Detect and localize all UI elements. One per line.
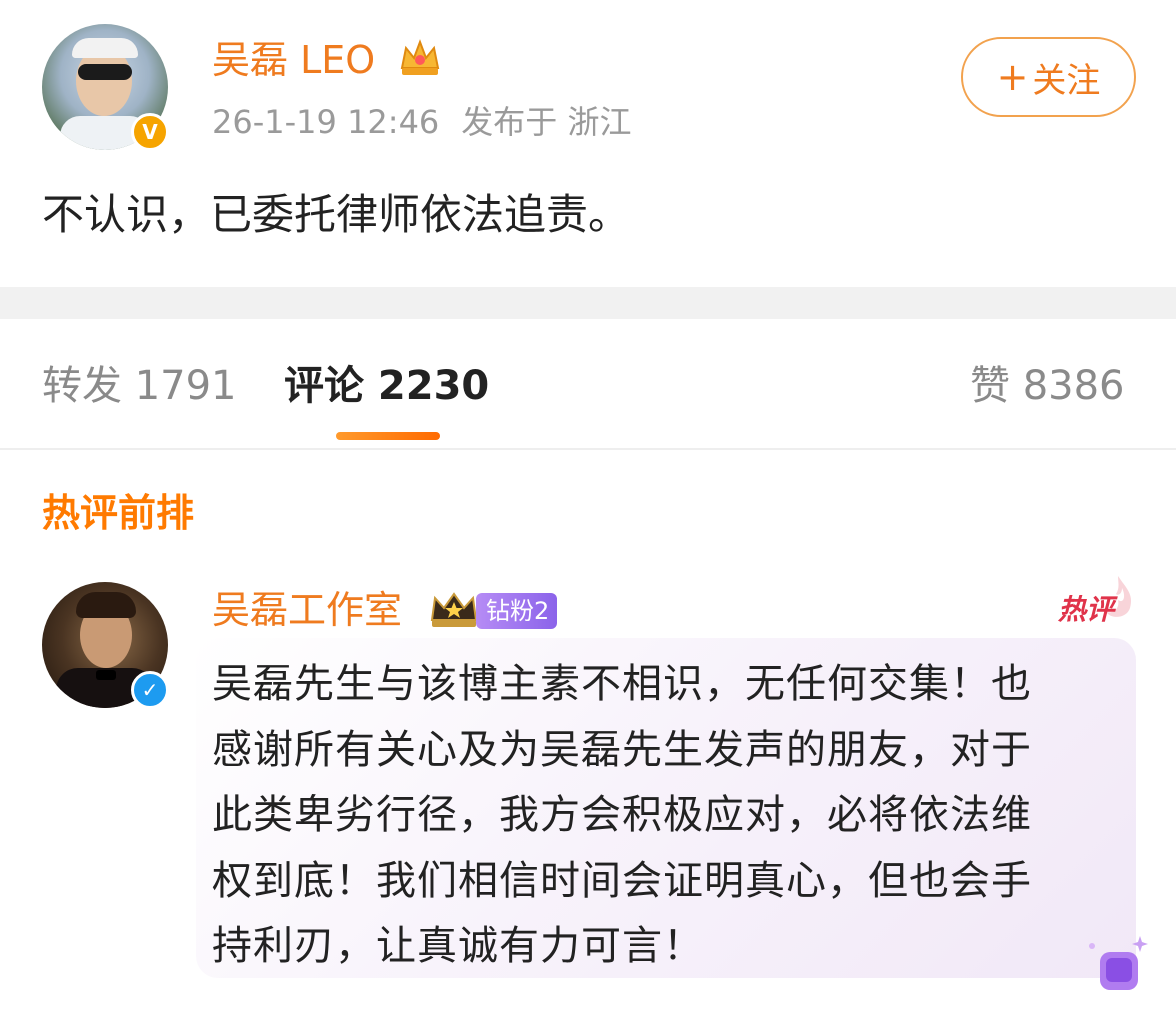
active-tab-indicator [336, 432, 440, 440]
helmet-icon [72, 38, 138, 58]
edge-glyph [1140, 960, 1176, 1000]
avatar-hair [76, 592, 136, 618]
bowtie-icon [96, 670, 116, 680]
comment-author-name[interactable]: 吴磊工作室 [212, 588, 402, 632]
tabs-divider [0, 448, 1176, 450]
tab-comments[interactable]: 评论 2230 [284, 360, 489, 412]
verified-blue-icon: ✓ [131, 671, 169, 709]
hot-comment-tag: 热评 [1058, 593, 1115, 626]
verified-orange-icon: V [131, 113, 169, 151]
comment-line: 持利刃，让真诚有力可言！ [212, 923, 704, 969]
tab-likes[interactable]: 赞 8386 [970, 360, 1125, 412]
comment-line: 感谢所有关心及为吴磊先生发声的朋友，对于 [212, 726, 1032, 773]
sunglasses-icon [78, 64, 132, 80]
post-meta: 26-1-19 12:46 发布于 浙江 [212, 102, 631, 142]
tab-reposts[interactable]: 转发 1791 [42, 360, 237, 412]
hot-comments-title: 热评前排 [42, 491, 195, 535]
post-author-name[interactable]: 吴磊 LEO [212, 38, 375, 82]
comment-body: 吴磊先生与该博主素不相识，无任何交集！也 感谢所有关心及为吴磊先生发声的朋友，对… [212, 652, 1112, 980]
plus-icon: + [996, 55, 1029, 99]
comment-line: 权到底！我们相信时间会证明真心，但也会手 [212, 857, 1032, 904]
post-location: 发布于 浙江 [461, 103, 632, 141]
crown-vip-icon [400, 39, 440, 75]
post-timestamp: 26-1-19 12:46 [212, 103, 440, 141]
comment-line: 吴磊先生与该博主素不相识，无任何交集！也 [212, 661, 1032, 707]
section-separator [0, 287, 1176, 319]
comment-line: 此类卑劣行径，我方会积极应对，必将依法维 [212, 792, 1032, 838]
fan-level-badge: 钻粉2 [476, 593, 558, 629]
crown-fan-icon [430, 592, 478, 627]
post-body: 不认识，已委托律师依法追责。 [42, 190, 631, 239]
post-author-label: 吴磊 LEO [212, 38, 376, 82]
follow-label: 关注 [1032, 60, 1101, 101]
follow-button[interactable]: + 关注 [961, 37, 1136, 117]
comment-author-label: 吴磊工作室 [212, 588, 403, 632]
